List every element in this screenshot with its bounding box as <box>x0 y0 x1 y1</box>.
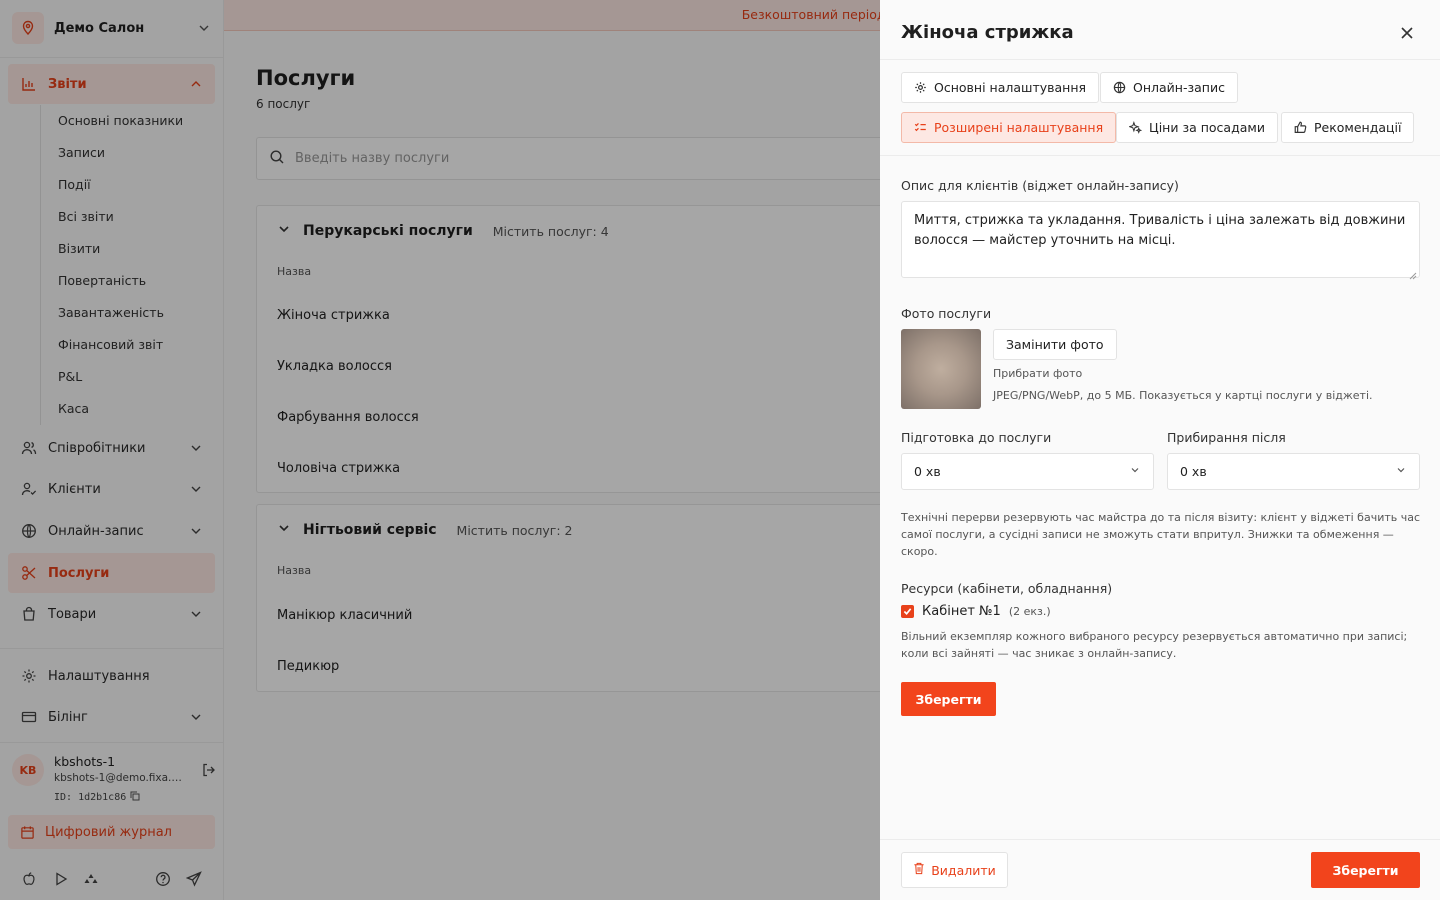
replace-photo-button[interactable]: Замінити фото <box>993 329 1117 360</box>
modal-backdrop[interactable] <box>0 0 880 900</box>
prep-time-select[interactable]: 0 хв <box>901 453 1154 490</box>
resource-checkbox-row[interactable]: Кабінет №1 (2 екз.) <box>901 604 1051 619</box>
tab-position-prices[interactable]: Ціни за посадами <box>1116 112 1278 143</box>
description-textarea[interactable]: Миття, стрижка та укладання. Тривалість … <box>901 201 1420 280</box>
photo-hint: JPEG/PNG/WebP, до 5 МБ. Показується у ка… <box>993 389 1373 402</box>
tab-basic-settings[interactable]: Основні налаштування <box>901 72 1100 103</box>
save-inline-button[interactable]: Зберегти <box>901 682 996 716</box>
chevron-down-icon <box>1395 464 1407 479</box>
trash-icon <box>913 862 925 878</box>
save-button[interactable]: Зберегти <box>1311 852 1420 888</box>
sparkles-icon <box>1129 121 1142 134</box>
globe-icon <box>1113 81 1126 94</box>
tab-label: Ціни за посадами <box>1149 120 1265 135</box>
gear-icon <box>914 81 927 94</box>
prep-label: Підготовка до послуги <box>901 430 1052 445</box>
tab-label: Рекомендації <box>1314 120 1402 135</box>
breaks-info: Технічні перерви резервують час майстра … <box>901 511 1421 558</box>
divider <box>880 59 1440 60</box>
drawer-title: Жіноча стрижка <box>901 22 1074 43</box>
close-icon[interactable] <box>1398 24 1416 42</box>
tab-label: Онлайн-запис <box>1133 80 1225 95</box>
chevron-down-icon <box>1129 464 1141 479</box>
tab-recommendations[interactable]: Рекомендації <box>1281 112 1415 143</box>
cleanup-time-value: 0 хв <box>1180 464 1207 479</box>
delete-label: Видалити <box>931 862 996 878</box>
cleanup-label: Прибирання після <box>1167 430 1286 445</box>
cleanup-time-select[interactable]: 0 хв <box>1167 453 1420 490</box>
resize-handle-icon[interactable] <box>1409 267 1417 280</box>
description-label: Опис для клієнтів (віджет онлайн-запису) <box>901 178 1179 193</box>
thumbs-up-icon <box>1294 121 1307 134</box>
service-photo <box>901 329 981 409</box>
checkbox-checked-icon[interactable] <box>901 605 914 618</box>
resource-name: Кабінет №1 <box>922 604 1001 619</box>
photo-label: Фото послуги <box>901 306 992 321</box>
prep-time-value: 0 хв <box>914 464 941 479</box>
divider <box>880 155 1440 156</box>
resources-info: Вільний екземпляр кожного вибраного ресу… <box>901 630 1408 660</box>
divider <box>880 839 1440 840</box>
tab-label: Основні налаштування <box>934 80 1087 95</box>
list-checks-icon <box>914 121 927 134</box>
tab-label: Розширені налаштування <box>934 120 1104 135</box>
remove-photo-link[interactable]: Прибрати фото <box>993 367 1082 380</box>
delete-button[interactable]: Видалити <box>901 852 1008 888</box>
service-edit-drawer: Жіноча стрижка Основні налаштування Онла… <box>880 0 1440 900</box>
tab-advanced-settings[interactable]: Розширені налаштування <box>901 112 1117 143</box>
tab-online-booking[interactable]: Онлайн-запис <box>1100 72 1238 103</box>
description-text: Миття, стрижка та укладання. Тривалість … <box>914 213 1406 248</box>
resource-quantity: (2 екз.) <box>1008 605 1051 618</box>
resources-label: Ресурси (кабінети, обладнання) <box>901 581 1113 596</box>
